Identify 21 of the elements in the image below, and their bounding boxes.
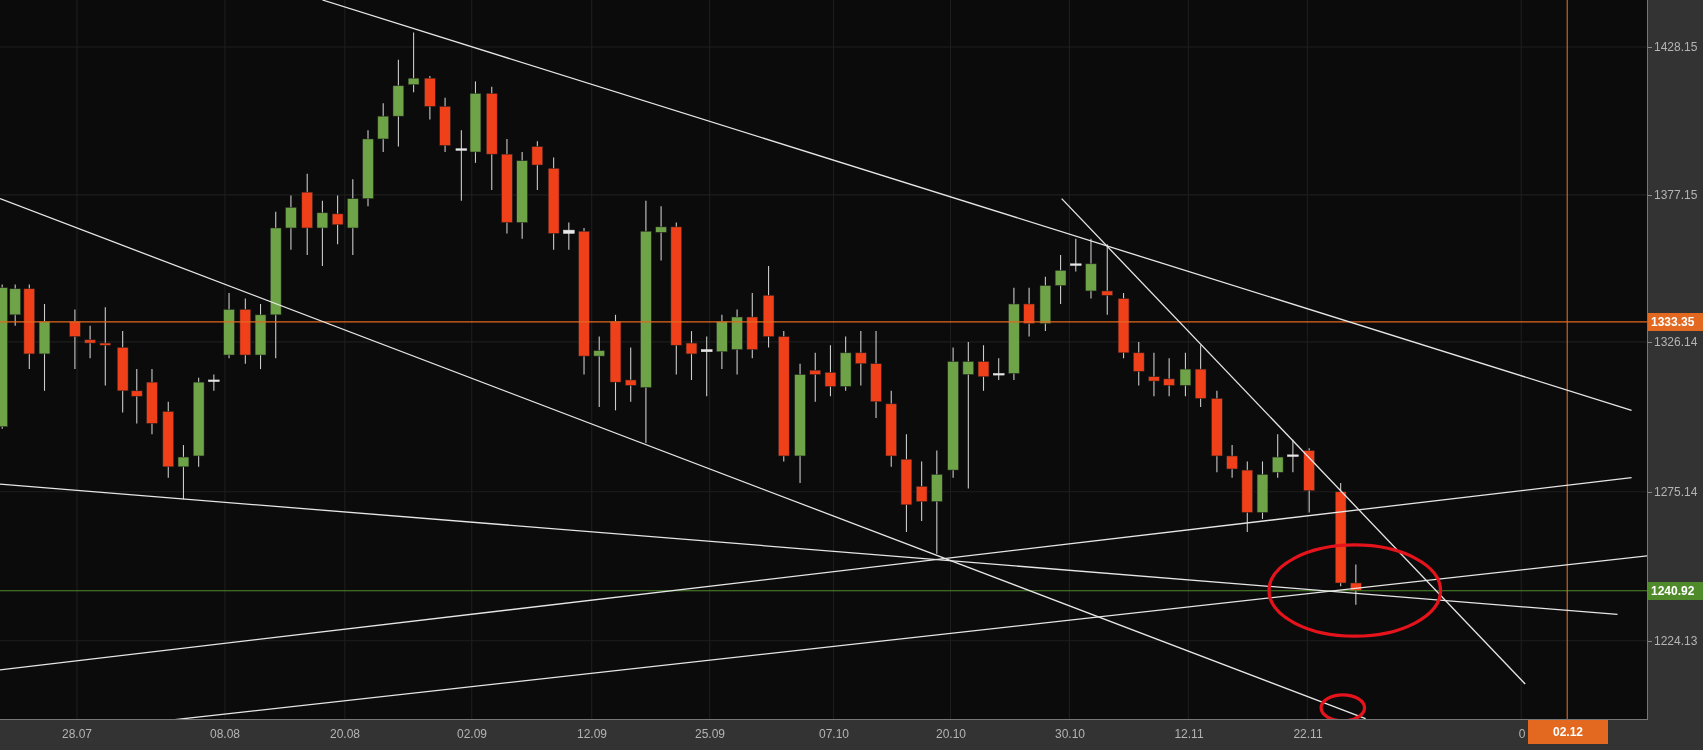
- price-axis-label: 1275.14: [1654, 485, 1698, 499]
- date-axis-label: 0: [1518, 727, 1526, 741]
- date-axis-label: 12.11: [1174, 727, 1204, 741]
- price-axis-label: 1428.15: [1654, 40, 1698, 54]
- date-axis-label: 08.08: [210, 727, 240, 741]
- price-marker-label: 1333.35: [1648, 313, 1703, 331]
- date-axis-label: 20.08: [330, 727, 360, 741]
- date-axis-label: 28.07: [62, 727, 92, 741]
- date-axis-label: 30.10: [1055, 727, 1085, 741]
- date-axis-label: 20.10: [936, 727, 966, 741]
- date-axis-label: 12.09: [577, 727, 607, 741]
- date-axis-label: 25.09: [695, 727, 725, 741]
- date-axis-label: 22.11: [1293, 727, 1323, 741]
- date-axis-label: 02.09: [457, 727, 487, 741]
- price-axis-label: 1224.13: [1654, 634, 1698, 648]
- price-marker-label: 1240.92: [1648, 582, 1703, 600]
- date-axis-label: 07.10: [819, 727, 849, 741]
- circle-annotation: [1319, 693, 1367, 719]
- price-axis-label: 1377.15: [1654, 188, 1698, 202]
- time-marker-label: 02.12: [1528, 720, 1608, 744]
- price-axis-label: 1326.14: [1654, 335, 1698, 349]
